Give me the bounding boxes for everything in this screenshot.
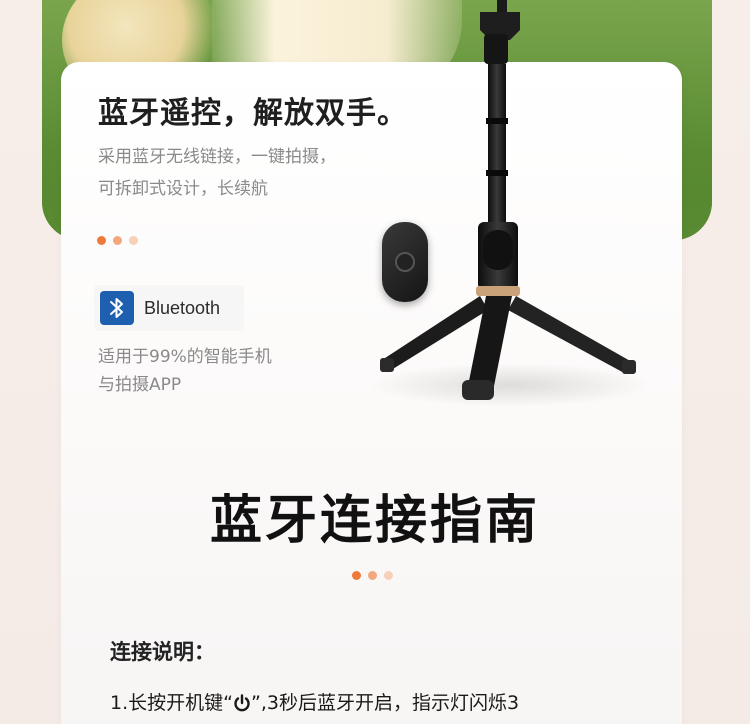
dot <box>113 236 122 245</box>
dot <box>384 571 393 580</box>
bluetooth-icon <box>100 291 134 325</box>
bluetooth-label: Bluetooth <box>144 297 221 318</box>
guide-title: 蓝牙连接指南 <box>209 491 540 551</box>
bluetooth-chip: Bluetooth <box>94 285 244 331</box>
feature-subtitle-line1: 采用蓝牙无线链接，一键拍摄， <box>98 147 336 167</box>
step-1-suffix: ”,3秒后蓝牙开启，指示灯闪烁3 <box>250 692 520 714</box>
dot-active <box>352 571 361 580</box>
step-1-prefix: 1.长按开机键“ <box>110 692 233 714</box>
pager-dots-guide <box>352 571 393 580</box>
dot-active <box>97 236 106 245</box>
dot <box>129 236 138 245</box>
pager-dots <box>97 236 138 245</box>
feature-subtitle-line2: 可拆卸式设计，长续航 <box>98 179 268 199</box>
step-1: 1.长按开机键“ ”,3秒后蓝牙开启，指示灯闪烁3 <box>110 688 519 717</box>
compat-line1: 适用于99%的智能手机 <box>98 347 272 367</box>
power-icon <box>233 694 251 717</box>
selfie-stick-tripod-image <box>370 0 650 407</box>
compat-line2: 与拍摄APP <box>98 375 182 395</box>
dot <box>368 571 377 580</box>
connection-heading: 连接说明： <box>110 640 215 664</box>
feature-title: 蓝牙遥控，解放双手。 <box>98 96 408 131</box>
